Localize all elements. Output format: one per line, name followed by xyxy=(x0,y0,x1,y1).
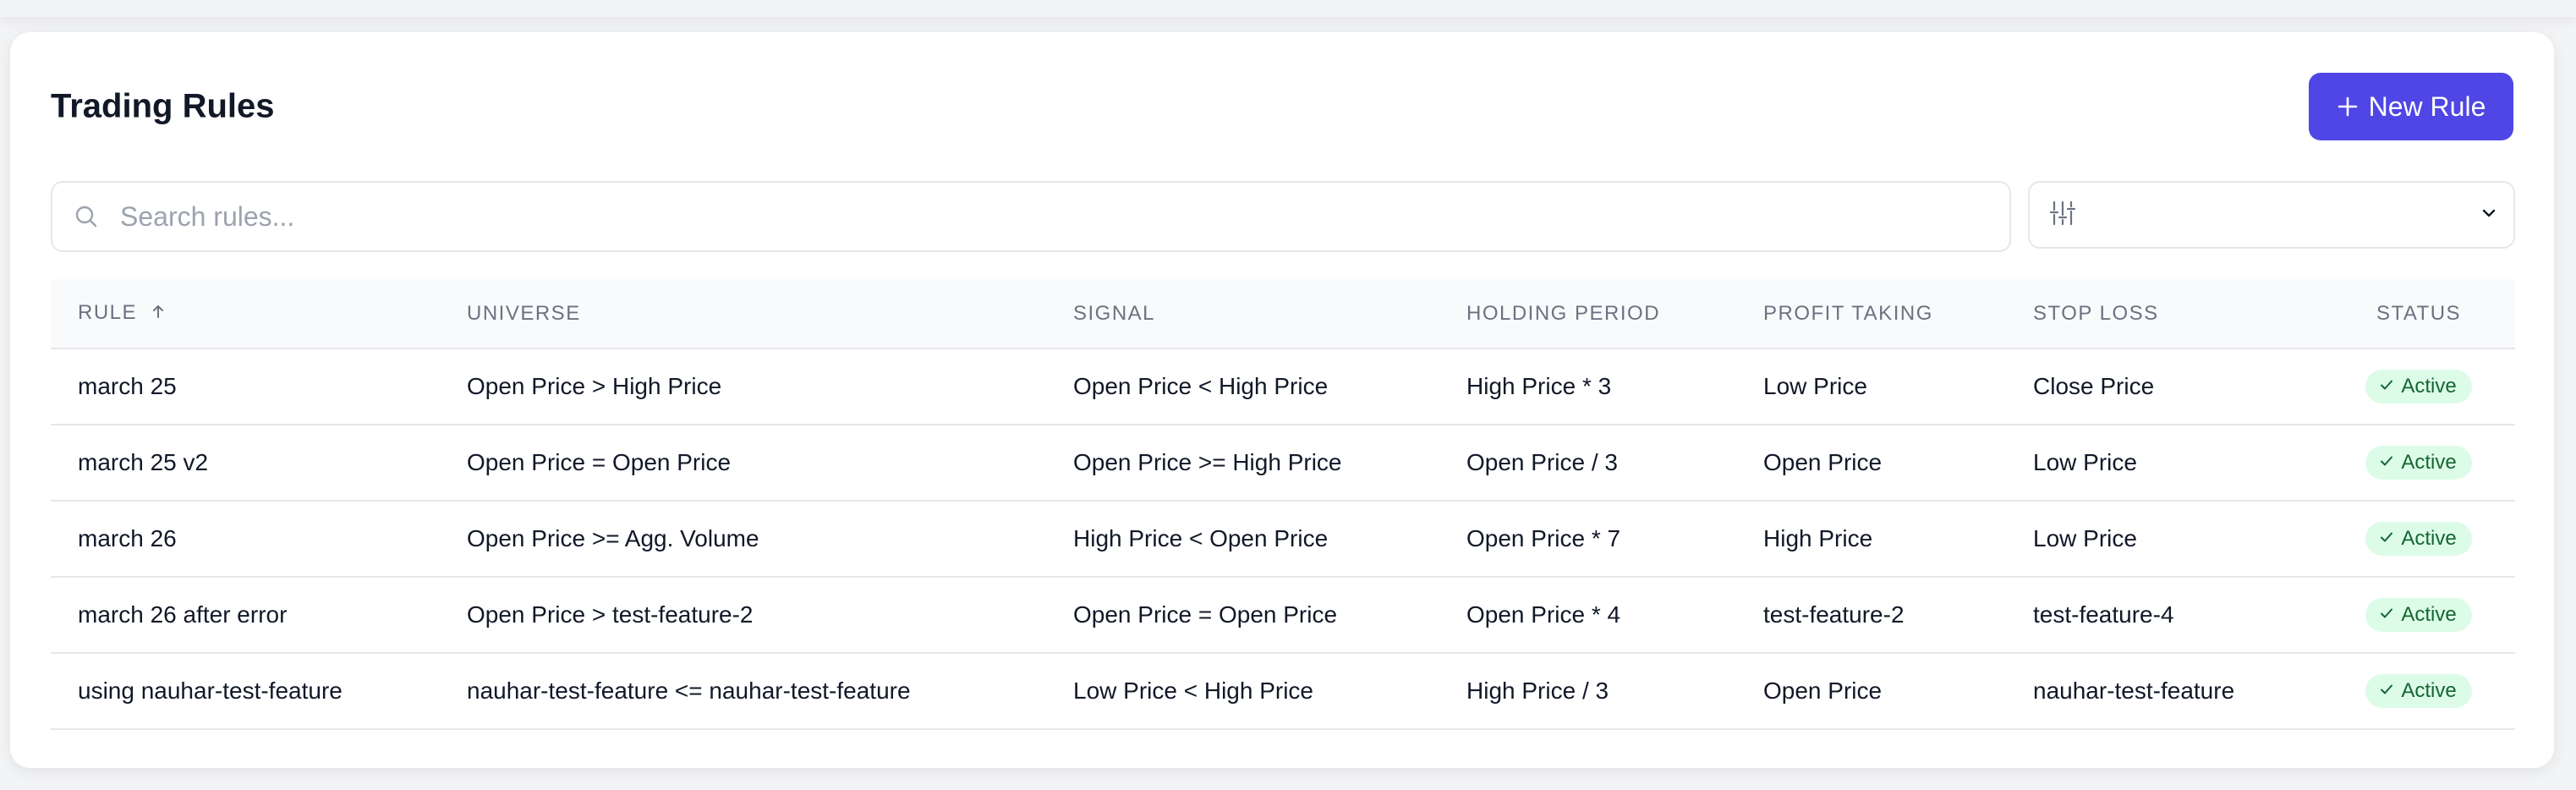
status-label: Active xyxy=(2401,603,2457,626)
status-label: Active xyxy=(2401,375,2457,398)
cell-status: Active xyxy=(2322,501,2515,578)
column-header-universe[interactable]: UNIVERSE xyxy=(440,279,1046,349)
status-badge: Active xyxy=(2365,370,2472,403)
new-rule-label: New Rule xyxy=(2368,91,2486,122)
check-icon xyxy=(2379,451,2394,475)
cell-status: Active xyxy=(2322,348,2515,425)
cell-status: Active xyxy=(2322,653,2515,730)
cell-rule: march 25 v2 xyxy=(51,425,440,502)
cell-rule: march 26 xyxy=(51,501,440,578)
cell-universe: nauhar-test-feature <= nauhar-test-featu… xyxy=(440,653,1046,730)
rules-table-container: RULE UNIVERSE SIGNAL HOLDING PERIOD PROF… xyxy=(51,279,2515,730)
cell-status: Active xyxy=(2322,577,2515,654)
cell-signal: Open Price < High Price xyxy=(1046,348,1439,425)
cell-signal: Open Price >= High Price xyxy=(1046,425,1439,502)
check-icon xyxy=(2379,603,2394,627)
cell-signal: Low Price < High Price xyxy=(1046,653,1439,730)
table-header-row: RULE UNIVERSE SIGNAL HOLDING PERIOD PROF… xyxy=(51,279,2515,349)
status-label: Active xyxy=(2401,679,2457,702)
search-box[interactable] xyxy=(51,181,2011,252)
column-header-status[interactable]: STATUS xyxy=(2322,279,2515,349)
status-label: Active xyxy=(2401,527,2457,550)
check-icon xyxy=(2379,679,2394,703)
rules-table: RULE UNIVERSE SIGNAL HOLDING PERIOD PROF… xyxy=(51,279,2515,730)
cell-holding-period: High Price * 3 xyxy=(1439,348,1736,425)
chevron-down-icon xyxy=(2480,204,2498,227)
status-badge: Active xyxy=(2365,446,2472,480)
cell-profit-taking: Low Price xyxy=(1736,348,2006,425)
cell-stop-loss: nauhar-test-feature xyxy=(2006,653,2322,730)
trading-rules-card: Trading Rules New Rule Search rules... R… xyxy=(10,32,2554,768)
cell-stop-loss: test-feature-4 xyxy=(2006,577,2322,654)
status-badge: Active xyxy=(2365,674,2472,708)
new-rule-button[interactable]: New Rule xyxy=(2309,73,2513,140)
cell-profit-taking: Open Price xyxy=(1736,653,2006,730)
cell-universe: Open Price > High Price xyxy=(440,348,1046,425)
cell-universe: Open Price >= Agg. Volume xyxy=(440,501,1046,578)
status-badge: Active xyxy=(2365,522,2472,556)
cell-profit-taking: test-feature-2 xyxy=(1736,577,2006,654)
column-header-rule[interactable]: RULE xyxy=(51,279,440,349)
cell-profit-taking: Open Price xyxy=(1736,425,2006,502)
top-bar xyxy=(0,0,2576,17)
card-header: Trading Rules New Rule xyxy=(51,73,2513,140)
plus-icon xyxy=(2337,96,2359,118)
search-icon xyxy=(73,203,100,230)
table-row[interactable]: march 25 Open Price > High Price Open Pr… xyxy=(51,348,2515,425)
column-header-stop-loss[interactable]: STOP LOSS xyxy=(2006,279,2322,349)
column-header-rule-label: RULE xyxy=(78,301,138,325)
arrow-up-icon xyxy=(151,302,166,326)
cell-holding-period: Open Price * 4 xyxy=(1439,577,1736,654)
column-header-profit-taking[interactable]: PROFIT TAKING xyxy=(1736,279,2006,349)
table-row[interactable]: march 26 Open Price >= Agg. Volume High … xyxy=(51,501,2515,578)
cell-rule: using nauhar-test-feature xyxy=(51,653,440,730)
cell-stop-loss: Close Price xyxy=(2006,348,2322,425)
cell-signal: Open Price = Open Price xyxy=(1046,577,1439,654)
status-badge: Active xyxy=(2365,598,2472,632)
cell-stop-loss: Low Price xyxy=(2006,501,2322,578)
table-row[interactable]: march 26 after error Open Price > test-f… xyxy=(51,577,2515,654)
cell-rule: march 26 after error xyxy=(51,577,440,654)
cell-holding-period: High Price / 3 xyxy=(1439,653,1736,730)
cell-holding-period: Open Price * 7 xyxy=(1439,501,1736,578)
cell-stop-loss: Low Price xyxy=(2006,425,2322,502)
cell-rule: march 25 xyxy=(51,348,440,425)
cell-status: Active xyxy=(2322,425,2515,502)
table-row[interactable]: using nauhar-test-feature nauhar-test-fe… xyxy=(51,653,2515,730)
column-header-signal[interactable]: SIGNAL xyxy=(1046,279,1439,349)
status-label: Active xyxy=(2401,451,2457,474)
cell-universe: Open Price = Open Price xyxy=(440,425,1046,502)
search-input[interactable] xyxy=(118,190,2009,243)
cell-universe: Open Price > test-feature-2 xyxy=(440,577,1046,654)
cell-holding-period: Open Price / 3 xyxy=(1439,425,1736,502)
filter-select[interactable] xyxy=(2028,181,2515,249)
page-title: Trading Rules xyxy=(51,87,275,125)
cell-profit-taking: High Price xyxy=(1736,501,2006,578)
column-header-holding-period[interactable]: HOLDING PERIOD xyxy=(1439,279,1736,349)
sliders-icon xyxy=(2048,199,2077,232)
table-row[interactable]: march 25 v2 Open Price = Open Price Open… xyxy=(51,425,2515,502)
cell-signal: High Price < Open Price xyxy=(1046,501,1439,578)
check-icon xyxy=(2379,527,2394,551)
check-icon xyxy=(2379,375,2394,398)
